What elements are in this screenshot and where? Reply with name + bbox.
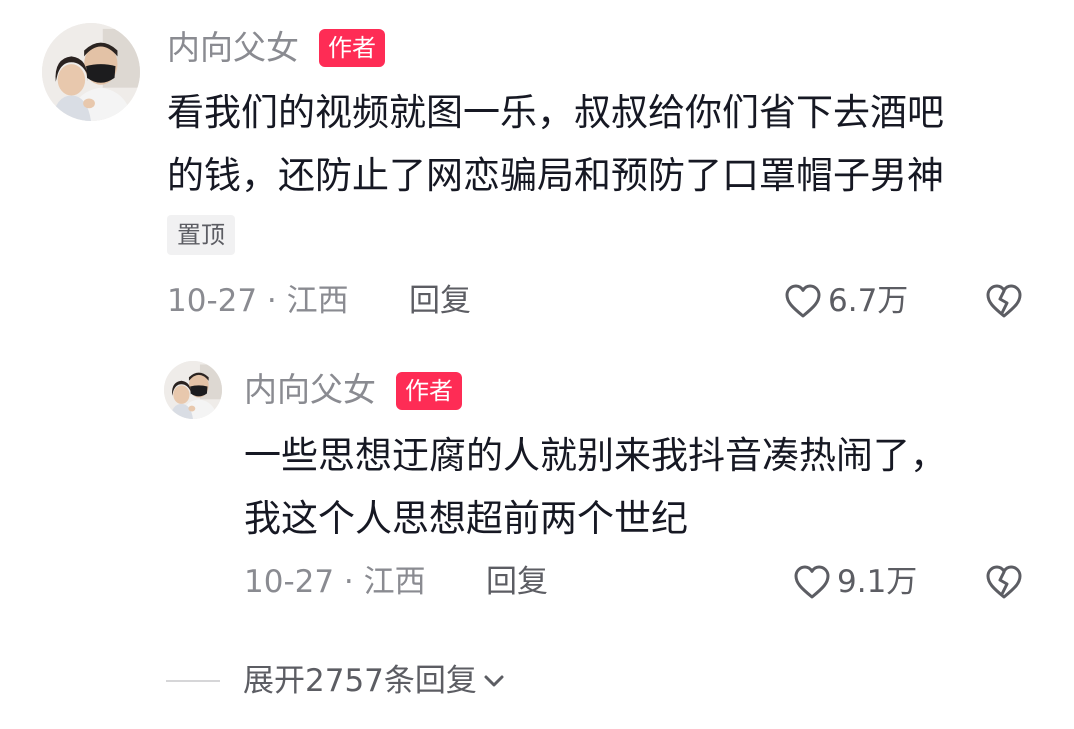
comment-text: 看我们的视频就图一乐，叔叔给你们省下去酒吧 的钱，还防止了网恋骗局和预防了口罩帽… <box>167 81 944 207</box>
comment-text-line: 看我们的视频就图一乐，叔叔给你们省下去酒吧 <box>167 91 944 134</box>
expand-replies-button[interactable]: 展开2757条回复 <box>243 661 507 701</box>
broken-heart-icon <box>986 565 1022 599</box>
avatar-photo <box>42 23 140 121</box>
expand-replies-label: 展开2757条回复 <box>243 663 477 699</box>
comment-text-line: 的钱，还防止了网恋骗局和预防了口罩帽子男神 <box>167 154 944 197</box>
pinned-tag: 置顶 <box>167 215 235 255</box>
reply-dislike-button[interactable] <box>985 564 1023 600</box>
comment-like-count: 6.7万 <box>828 283 909 319</box>
comment-like-button[interactable]: 6.7万 <box>784 281 908 321</box>
heart-outline-icon <box>794 565 830 599</box>
comment-avatar[interactable] <box>42 23 140 121</box>
comment-author-name[interactable]: 内向父女 <box>167 28 299 68</box>
reply-text: 一些思想迂腐的人就别来我抖音凑热闹了， 我这个人思想超前两个世纪 <box>244 424 947 550</box>
reply-date-location: 10-27 · 江西 <box>244 564 426 600</box>
reply-reply-button[interactable]: 回复 <box>486 562 548 602</box>
reply-avatar[interactable] <box>164 361 222 419</box>
reply-like-button[interactable]: 9.1万 <box>793 562 917 602</box>
reply-like-count: 9.1万 <box>837 564 918 600</box>
heart-outline-icon <box>785 284 821 318</box>
reply-text-line: 我这个人思想超前两个世纪 <box>244 497 688 540</box>
broken-heart-icon <box>986 284 1022 318</box>
comment-date-location: 10-27 · 江西 <box>167 283 349 319</box>
comment-reply-button[interactable]: 回复 <box>409 281 471 321</box>
avatar-photo <box>164 361 222 419</box>
chevron-down-icon <box>484 675 504 687</box>
reply-text-line: 一些思想迂腐的人就别来我抖音凑热闹了， <box>244 434 947 477</box>
reply-author-name[interactable]: 内向父女 <box>244 370 376 410</box>
comment-dislike-button[interactable] <box>985 283 1023 319</box>
expand-divider <box>166 680 220 682</box>
author-badge: 作者 <box>319 29 385 67</box>
author-badge: 作者 <box>396 372 462 410</box>
